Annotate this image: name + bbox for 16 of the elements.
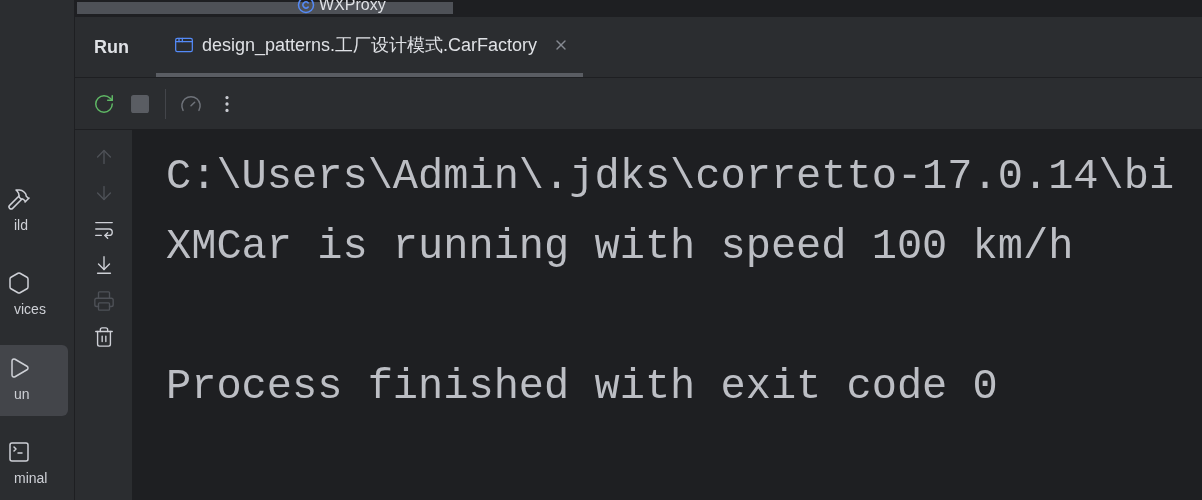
rerun-icon[interactable] <box>93 92 115 115</box>
class-icon <box>297 0 315 14</box>
console-line: C:\Users\Admin\.jdks\corretto-17.0.14\bi <box>166 151 1175 203</box>
app-icon <box>174 35 194 55</box>
hexagon-icon <box>7 271 31 296</box>
sidebar-item[interactable]: ild <box>0 176 68 248</box>
hammer-icon <box>7 187 31 212</box>
console-line: Process finished with exit code 0 <box>166 361 998 413</box>
scrollbar-thumb[interactable] <box>77 2 453 14</box>
panel-title: Run <box>94 35 129 59</box>
terminal-icon <box>7 439 31 464</box>
console-line: XMCar is running with speed 100 km/h <box>166 221 1074 273</box>
trash-icon[interactable] <box>92 326 115 348</box>
sidebar-item[interactable]: vices <box>0 260 68 332</box>
sidebar-item[interactable]: minal <box>0 428 68 500</box>
sidebar-item[interactable]: un <box>0 344 68 416</box>
